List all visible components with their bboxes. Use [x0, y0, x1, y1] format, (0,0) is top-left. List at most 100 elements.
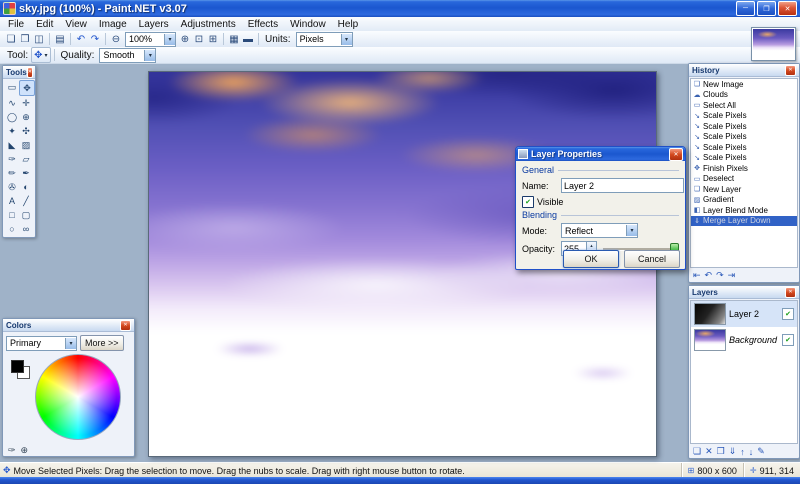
windows-taskbar[interactable] [0, 477, 800, 484]
delete-layer-icon[interactable]: ✕ [705, 446, 713, 457]
history-item[interactable]: ▭Select All [691, 100, 797, 111]
blend-mode-select[interactable]: Reflect ▾ [561, 223, 638, 238]
history-item[interactable]: ▭Deselect [691, 174, 797, 185]
history-item[interactable]: ✥Finish Pixels [691, 163, 797, 174]
history-item[interactable]: ☁Clouds [691, 90, 797, 101]
history-item[interactable]: ▨Gradient [691, 195, 797, 206]
layer-properties-icon[interactable]: ✎ [757, 446, 765, 457]
menu-image[interactable]: Image [93, 19, 133, 30]
close-button[interactable]: ✕ [778, 1, 797, 16]
menu-view[interactable]: View [59, 19, 93, 30]
open-image-thumbnail[interactable] [751, 27, 796, 61]
history-item[interactable]: ❏New Layer [691, 184, 797, 195]
tool-move-selection[interactable]: ✛ [19, 96, 33, 110]
move-layer-up-icon[interactable]: ↑ [740, 447, 745, 457]
color-wheel[interactable] [35, 354, 121, 440]
history-item[interactable]: ◧Layer Blend Mode [691, 205, 797, 216]
menu-layers[interactable]: Layers [133, 19, 175, 30]
history-item-selected[interactable]: ⇓Merge Layer Down [691, 216, 797, 227]
ok-button[interactable]: OK [563, 250, 619, 268]
move-layer-down-icon[interactable]: ↓ [749, 447, 754, 457]
more-button[interactable]: More >> [80, 335, 124, 351]
tool-rounded-rectangle[interactable]: ▢ [19, 208, 33, 222]
history-item[interactable]: ↘Scale Pixels [691, 153, 797, 164]
menu-help[interactable]: Help [332, 19, 365, 30]
history-item[interactable]: ↘Scale Pixels [691, 132, 797, 143]
actual-size-icon[interactable]: ⊞ [206, 32, 220, 46]
tool-magic-wand[interactable]: ✦ [5, 124, 19, 138]
tool-ellipse-select[interactable]: ◯ [5, 110, 19, 124]
close-icon[interactable]: ✕ [669, 148, 683, 161]
tool-clone-stamp[interactable]: ✇ [5, 180, 19, 194]
close-icon[interactable]: ✕ [785, 287, 796, 298]
save-icon[interactable]: ◫ [32, 32, 46, 46]
tool-rectangle[interactable]: □ [5, 208, 19, 222]
tool-eraser[interactable]: ▱ [19, 152, 33, 166]
tool-paintbrush[interactable]: ✑ [5, 152, 19, 166]
tool-pan[interactable]: ✣ [19, 124, 33, 138]
history-palette-titlebar[interactable]: History ✕ [689, 64, 799, 77]
menu-adjustments[interactable]: Adjustments [175, 19, 242, 30]
open-file-icon[interactable]: ❒ [18, 32, 32, 46]
history-item[interactable]: ↘Scale Pixels [691, 142, 797, 153]
active-tool-button[interactable]: ✥ ▾ [31, 47, 50, 63]
layer-row-background[interactable]: Background ✔ [691, 327, 797, 353]
tools-palette-titlebar[interactable]: Tools ✕ [3, 66, 35, 79]
duplicate-layer-icon[interactable]: ❐ [717, 446, 725, 457]
tool-recolor[interactable]: ◐ [19, 180, 33, 194]
quality-select[interactable]: Smooth ▾ [99, 48, 156, 63]
fast-forward-icon[interactable]: ⇥ [728, 270, 736, 281]
maximize-button[interactable]: ❐ [757, 1, 776, 16]
tool-lasso-select[interactable]: ∿ [5, 96, 19, 110]
dialog-titlebar[interactable]: Layer Properties ✕ [516, 147, 685, 161]
tool-text[interactable]: A [5, 194, 19, 208]
color-target-select[interactable]: Primary ▾ [6, 336, 77, 351]
new-file-icon[interactable]: ❏ [4, 32, 18, 46]
history-item[interactable]: ↘Scale Pixels [691, 111, 797, 122]
title-bar[interactable]: sky.jpg (100%) - Paint.NET v3.07 ─ ❐ ✕ [0, 0, 800, 17]
zoom-out-icon[interactable]: ⊖ [109, 32, 123, 46]
primary-color-swatch[interactable] [11, 360, 24, 373]
grid-icon[interactable]: ▦ [227, 32, 241, 46]
tool-move-selected-pixels[interactable]: ✥ [19, 80, 35, 96]
menu-file[interactable]: File [2, 19, 30, 30]
layer-visible-checkbox[interactable]: ✔ [782, 334, 794, 346]
tool-freeform-shape[interactable]: ∞ [19, 222, 33, 236]
close-icon[interactable]: ✕ [120, 320, 131, 331]
tool-rectangle-select[interactable]: ▭ [5, 80, 19, 94]
tool-zoom[interactable]: ⊕ [19, 110, 33, 124]
redo-icon[interactable]: ↷ [88, 32, 102, 46]
merge-down-icon[interactable]: ⇓ [729, 446, 737, 457]
layer-row-layer2[interactable]: Layer 2 ✔ [691, 301, 797, 327]
rewind-icon[interactable]: ⇤ [693, 270, 701, 281]
tool-paint-bucket[interactable]: ◣ [5, 138, 19, 152]
add-layer-icon[interactable]: ❏ [693, 446, 701, 457]
minimize-button[interactable]: ─ [736, 1, 755, 16]
layers-palette-titlebar[interactable]: Layers ✕ [689, 286, 799, 299]
cancel-button[interactable]: Cancel [624, 250, 680, 268]
tool-pencil[interactable]: ✏ [5, 166, 19, 180]
undo-icon[interactable]: ↶ [705, 270, 713, 281]
close-icon[interactable]: ✕ [27, 67, 33, 78]
visible-checkbox[interactable]: ✔ [522, 196, 534, 208]
palette-pen-icon[interactable]: ✑ [8, 445, 16, 456]
close-icon[interactable]: ✕ [785, 65, 796, 76]
menu-effects[interactable]: Effects [242, 19, 284, 30]
units-select[interactable]: Pixels ▾ [296, 32, 353, 47]
layer-visible-checkbox[interactable]: ✔ [782, 308, 794, 320]
tool-ellipse[interactable]: ○ [5, 222, 19, 236]
zoom-window-icon[interactable]: ⊡ [192, 32, 206, 46]
history-item[interactable]: ❏New Image [691, 79, 797, 90]
ruler-icon[interactable]: ▬ [241, 32, 255, 46]
tool-color-picker[interactable]: ✒ [19, 166, 33, 180]
add-color-icon[interactable]: ⊕ [21, 445, 29, 456]
zoom-level-select[interactable]: 100% ▾ [125, 32, 176, 47]
tool-gradient[interactable]: ▨ [19, 138, 33, 152]
print-icon[interactable]: ▤ [53, 32, 67, 46]
undo-icon[interactable]: ↶ [74, 32, 88, 46]
layer-name-input[interactable] [561, 178, 684, 193]
colors-palette-titlebar[interactable]: Colors ✕ [3, 319, 134, 332]
menu-edit[interactable]: Edit [30, 19, 59, 30]
menu-window[interactable]: Window [284, 19, 332, 30]
history-item[interactable]: ↘Scale Pixels [691, 121, 797, 132]
